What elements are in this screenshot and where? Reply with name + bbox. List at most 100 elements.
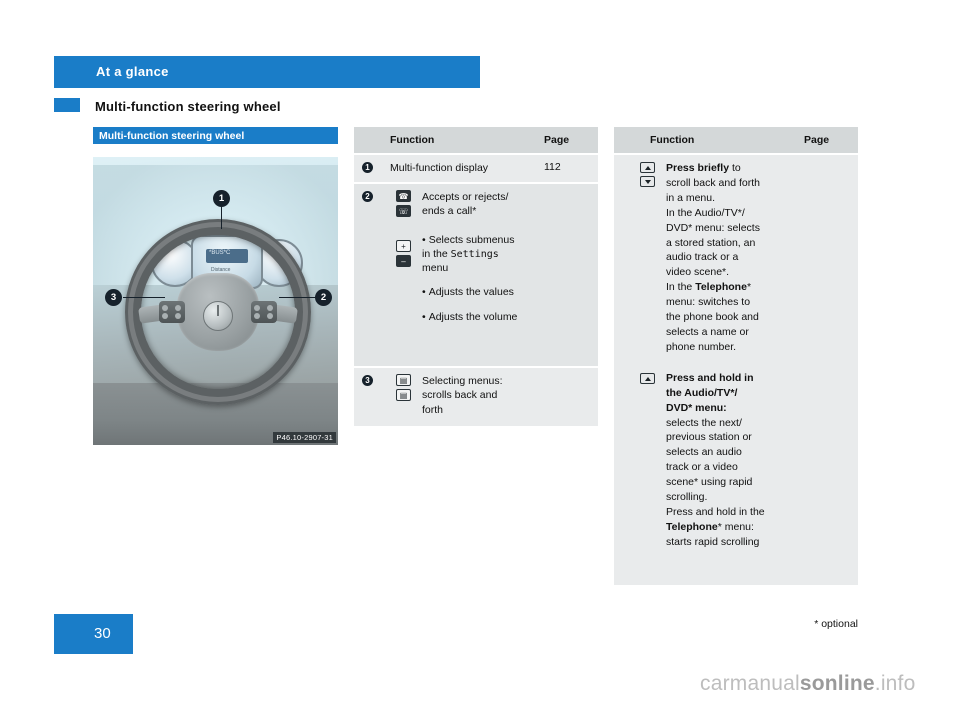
steering-wheel: [125, 219, 311, 405]
pb-line-10: the phone book and: [666, 311, 759, 324]
steering-wheel-photo: *BUS*C Distance 1 2 3 P46.10-2907-31: [93, 157, 338, 445]
pb-line-1: scroll back and forth: [666, 176, 760, 189]
watermark-part-1: carmanual: [700, 672, 800, 695]
end-call-icon: ☏: [396, 205, 411, 218]
chapter-title: At a glance: [96, 64, 169, 79]
pb-line-2: in a menu.: [666, 191, 716, 204]
column-header-function: Function: [650, 134, 695, 146]
row-glyph-cell: ☎ ☏ + –: [390, 184, 420, 366]
minus-key-icon: –: [396, 255, 411, 268]
menu-scroll-down-icon: ▤: [396, 389, 411, 402]
watermark-part-2: sonline: [799, 672, 875, 695]
leader-line-3: [123, 297, 165, 298]
settings-keyword: Settings: [450, 248, 499, 260]
press-briefly-rest: to: [729, 162, 741, 174]
press-briefly-text: Press briefly to scroll back and forth i…: [640, 155, 804, 585]
pb-line-11: selects a name or: [666, 325, 749, 338]
figure-reference-code: P46.10-2907-31: [273, 432, 336, 443]
line-accepts: Accepts or rejects/: [422, 191, 509, 204]
line-scrolls-back: scrolls back and: [422, 389, 498, 402]
telephone-keyword-2: Telephone: [666, 520, 718, 533]
menu-scroll-up-icon: ▤: [396, 374, 411, 387]
pb-line-3: In the Audio/TV*/: [666, 206, 745, 219]
line-selecting-menus: Selecting menus:: [422, 375, 503, 388]
figure-caption: Multi-function steering wheel: [99, 130, 245, 142]
column-header-function: Function: [390, 134, 435, 146]
row-number-cell: 2: [354, 184, 390, 366]
bullet-selects-submenus: • Selects submenus in the Settings menu: [422, 233, 515, 275]
telephone-keyword-1: Telephone: [695, 281, 747, 294]
column-header-page: Page: [804, 134, 830, 146]
ph-line-11: starts rapid scrolling: [666, 535, 760, 548]
row-number-cell: [614, 155, 640, 585]
leader-line-2: [279, 297, 319, 298]
row-page-number: 112: [544, 161, 561, 173]
bullet-text-1: Selects submenus: [428, 233, 515, 246]
press-and-hold-icon: [640, 372, 655, 384]
arrow-key-glyph-column: [640, 155, 666, 585]
table-row: 2 ☎ ☏ + – Accepts or rejects/ ends a cal…: [354, 182, 598, 367]
function-table-middle: Function Page 1 Multi-function display 1…: [354, 127, 598, 427]
ph-line-9: Press and hold in the: [666, 505, 765, 518]
pb-line-9: menu: switches to: [666, 296, 751, 309]
row-number-cell: 1: [354, 155, 390, 182]
ph-bold-line-1: the Audio/TV*/: [666, 386, 738, 399]
pb-line-4: DVD* menu: selects: [666, 221, 760, 234]
table-row: Press briefly to scroll back and forth i…: [614, 153, 858, 585]
page-number-box: 30: [54, 614, 133, 654]
watermark-part-3: .info: [874, 672, 916, 695]
watermark: carmanualsonline.info: [700, 672, 915, 696]
row-description: Selecting menus: scrolls back and forth: [420, 368, 544, 426]
left-button-pad: [159, 301, 185, 323]
callout-badge-2: 2: [362, 191, 373, 203]
line-ends-call: ends a call*: [422, 205, 477, 218]
row-description: Accepts or rejects/ ends a call* • Select…: [420, 184, 544, 366]
section-title: Multi-function steering wheel: [95, 99, 281, 114]
pb-line-12: phone number.: [666, 340, 737, 353]
row-page-number: [544, 184, 598, 366]
pb-line-7: video scene*.: [666, 266, 730, 279]
leader-line-1: [221, 207, 222, 229]
row-page-number: [544, 368, 598, 426]
callout-2: 2: [315, 289, 332, 306]
press-hold-label: Press and hold in: [666, 371, 754, 384]
bullet-text-2: Adjusts the values: [428, 286, 514, 299]
callout-1: 1: [213, 190, 230, 207]
row-page-number: [804, 155, 858, 585]
bullet-adjusts-values: • Adjusts the values: [422, 286, 514, 299]
function-table-right: Function Page Press briefly to scroll ba…: [614, 127, 858, 585]
figure-caption-bar: Multi-function steering wheel: [93, 127, 338, 144]
plus-key-icon: +: [396, 240, 411, 253]
bullet-adjusts-volume: • Adjusts the volume: [422, 310, 518, 323]
callout-3: 3: [105, 289, 122, 306]
table-row: 1 Multi-function display 112: [354, 153, 598, 183]
row-glyph-cell: ▤ ▤: [390, 368, 420, 426]
scroll-down-icon: [640, 176, 655, 187]
table-header-row: Function Page: [354, 127, 598, 153]
pb-line-6: audio track or a: [666, 251, 739, 264]
manual-page: At a glance Multi-function steering whee…: [0, 0, 960, 708]
chapter-header-bar: At a glance: [54, 56, 480, 88]
column-header-page: Page: [544, 134, 570, 146]
callout-badge-3: 3: [362, 375, 373, 387]
section-marker: [54, 98, 80, 112]
row-description: Multi-function display: [390, 162, 489, 174]
ph-bold-line-2: DVD* menu:: [666, 401, 727, 414]
ph-line-3: selects the next/: [666, 416, 742, 429]
row-number-cell: 3: [354, 368, 390, 426]
bullet-text-3: Adjusts the volume: [428, 310, 518, 323]
optional-footnote: * optional: [814, 618, 858, 630]
ph-line-7: scene* using rapid: [666, 476, 753, 489]
ph-line-8: scrolling.: [666, 491, 708, 504]
row-description: Press briefly to scroll back and forth i…: [640, 155, 804, 585]
table-row: 3 ▤ ▤ Selecting menus: scrolls back and …: [354, 366, 598, 427]
page-number: 30: [94, 625, 111, 642]
ph-line-6: track or a video: [666, 461, 738, 474]
scroll-up-icon: [640, 162, 655, 173]
press-briefly-label: Press briefly: [666, 162, 730, 174]
accept-call-icon: ☎: [396, 190, 411, 203]
right-button-pad: [251, 301, 277, 323]
mercedes-star-emblem: [203, 301, 233, 331]
line-forth: forth: [422, 403, 444, 416]
ph-line-5: selects an audio: [666, 446, 742, 459]
